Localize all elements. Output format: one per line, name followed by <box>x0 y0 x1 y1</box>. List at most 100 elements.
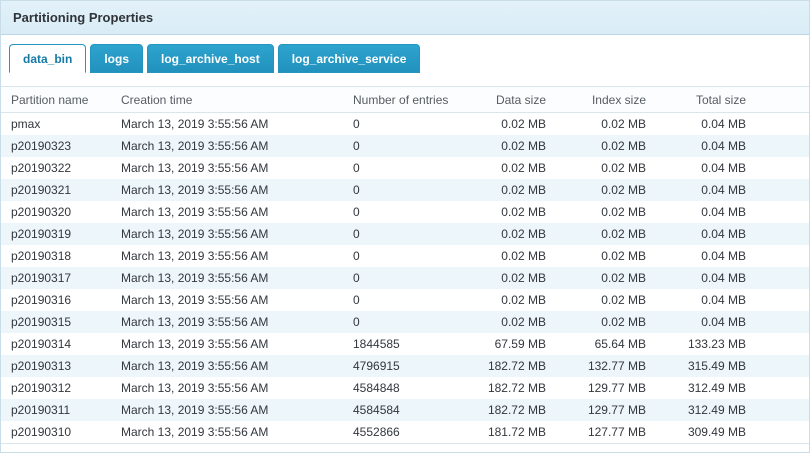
cell: 182.72 MB <box>471 377 556 399</box>
tab-logs[interactable]: logs <box>90 44 143 73</box>
cell: 0 <box>353 223 471 245</box>
cell: 0 <box>353 289 471 311</box>
cell: 0.02 MB <box>556 245 656 267</box>
cell: 0.04 MB <box>656 179 756 201</box>
cell: 0.04 MB <box>656 245 756 267</box>
column-header: Data size <box>471 87 556 113</box>
table-row: p20190320March 13, 2019 3:55:56 AM00.02 … <box>1 201 809 223</box>
table-body: pmaxMarch 13, 2019 3:55:56 AM00.02 MB0.0… <box>1 113 809 444</box>
cell: 309.49 MB <box>656 421 756 444</box>
panel-title: Partitioning Properties <box>13 10 153 25</box>
cell: 4796915 <box>353 355 471 377</box>
cell: 0.02 MB <box>556 267 656 289</box>
cell: March 13, 2019 3:55:56 AM <box>121 267 353 289</box>
tab-bar: data_binlogslog_archive_hostlog_archive_… <box>1 35 809 86</box>
cell: 67.59 MB <box>471 333 556 355</box>
cell-filler <box>756 135 809 157</box>
column-header: Index size <box>556 87 656 113</box>
cell-filler <box>756 311 809 333</box>
cell-filler <box>756 355 809 377</box>
tab-log_archive_service[interactable]: log_archive_service <box>278 44 421 73</box>
cell: 0 <box>353 311 471 333</box>
cell: 0.04 MB <box>656 289 756 311</box>
partition-table-wrap: Partition nameCreation timeNumber of ent… <box>1 86 809 452</box>
panel-header: Partitioning Properties <box>1 1 809 35</box>
cell: 4584584 <box>353 399 471 421</box>
cell: 0.02 MB <box>556 179 656 201</box>
cell: 0.02 MB <box>471 179 556 201</box>
cell: 0.02 MB <box>471 157 556 179</box>
cell: 0.04 MB <box>656 311 756 333</box>
cell: 4552866 <box>353 421 471 444</box>
cell-filler <box>756 377 809 399</box>
cell: March 13, 2019 3:55:56 AM <box>121 355 353 377</box>
column-header-filler <box>756 87 809 113</box>
cell: p20190322 <box>1 157 121 179</box>
cell: March 13, 2019 3:55:56 AM <box>121 223 353 245</box>
column-header: Total size <box>656 87 756 113</box>
cell-filler <box>756 333 809 355</box>
cell: 182.72 MB <box>471 355 556 377</box>
cell: March 13, 2019 3:55:56 AM <box>121 289 353 311</box>
cell: 0.02 MB <box>556 311 656 333</box>
cell: p20190317 <box>1 267 121 289</box>
table-row: p20190319March 13, 2019 3:55:56 AM00.02 … <box>1 223 809 245</box>
cell: 0.02 MB <box>556 201 656 223</box>
cell: March 13, 2019 3:55:56 AM <box>121 333 353 355</box>
table-row: p20190311March 13, 2019 3:55:56 AM458458… <box>1 399 809 421</box>
cell-filler <box>756 421 809 444</box>
cell: 0.02 MB <box>471 135 556 157</box>
cell-filler <box>756 201 809 223</box>
cell: 132.77 MB <box>556 355 656 377</box>
cell: 0 <box>353 201 471 223</box>
cell: p20190321 <box>1 179 121 201</box>
table-row: p20190316March 13, 2019 3:55:56 AM00.02 … <box>1 289 809 311</box>
cell: 182.72 MB <box>471 399 556 421</box>
cell: p20190323 <box>1 135 121 157</box>
cell: 127.77 MB <box>556 421 656 444</box>
cell: 0 <box>353 135 471 157</box>
cell: p20190314 <box>1 333 121 355</box>
cell: 0 <box>353 179 471 201</box>
cell: 0.02 MB <box>471 223 556 245</box>
column-header: Number of entries <box>353 87 471 113</box>
cell: 0 <box>353 113 471 136</box>
cell: 0 <box>353 157 471 179</box>
cell: p20190313 <box>1 355 121 377</box>
cell: p20190319 <box>1 223 121 245</box>
cell: 133.23 MB <box>656 333 756 355</box>
cell: 0.04 MB <box>656 223 756 245</box>
tab-log_archive_host[interactable]: log_archive_host <box>147 44 274 73</box>
cell: March 13, 2019 3:55:56 AM <box>121 135 353 157</box>
cell-filler <box>756 399 809 421</box>
cell: 0.02 MB <box>471 201 556 223</box>
cell: p20190320 <box>1 201 121 223</box>
cell: March 13, 2019 3:55:56 AM <box>121 179 353 201</box>
cell: 1844585 <box>353 333 471 355</box>
cell: 315.49 MB <box>656 355 756 377</box>
cell: 0.04 MB <box>656 113 756 136</box>
cell: 65.64 MB <box>556 333 656 355</box>
cell: p20190311 <box>1 399 121 421</box>
tab-data_bin[interactable]: data_bin <box>9 44 86 73</box>
cell-filler <box>756 245 809 267</box>
cell: pmax <box>1 113 121 136</box>
cell-filler <box>756 289 809 311</box>
cell: March 13, 2019 3:55:56 AM <box>121 311 353 333</box>
cell: 0.04 MB <box>656 267 756 289</box>
table-row: p20190322March 13, 2019 3:55:56 AM00.02 … <box>1 157 809 179</box>
cell: 0.02 MB <box>471 245 556 267</box>
table-header-row: Partition nameCreation timeNumber of ent… <box>1 87 809 113</box>
cell: March 13, 2019 3:55:56 AM <box>121 399 353 421</box>
cell: 0.02 MB <box>556 223 656 245</box>
cell: 181.72 MB <box>471 421 556 444</box>
cell: 129.77 MB <box>556 377 656 399</box>
cell: March 13, 2019 3:55:56 AM <box>121 157 353 179</box>
cell: 0.02 MB <box>471 267 556 289</box>
cell: 0.02 MB <box>556 135 656 157</box>
cell: p20190312 <box>1 377 121 399</box>
cell: 0 <box>353 267 471 289</box>
cell: March 13, 2019 3:55:56 AM <box>121 421 353 444</box>
cell: March 13, 2019 3:55:56 AM <box>121 201 353 223</box>
cell: 0.04 MB <box>656 135 756 157</box>
